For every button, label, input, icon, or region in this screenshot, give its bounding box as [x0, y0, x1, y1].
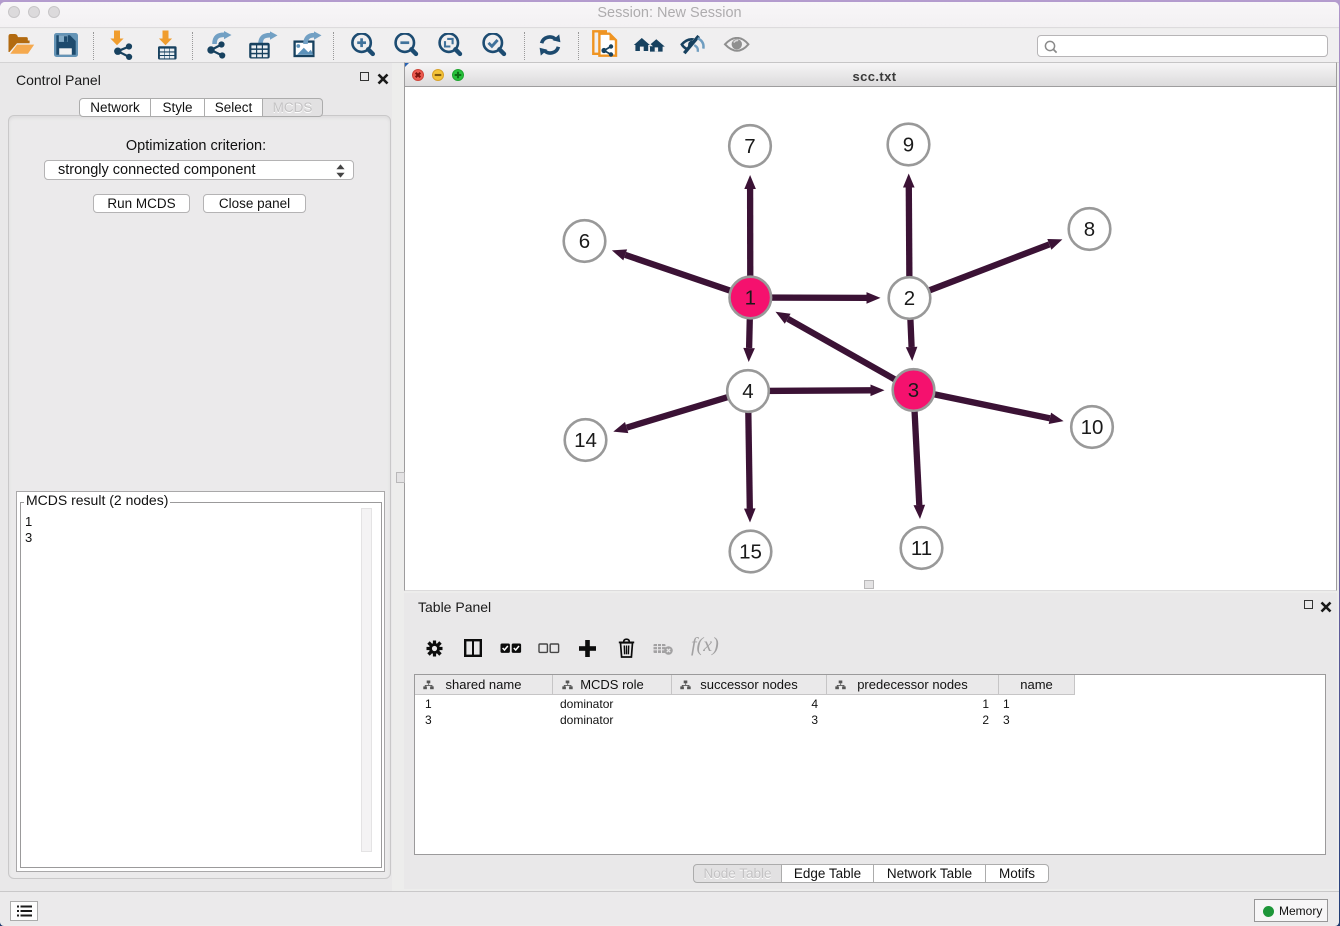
svg-text:9: 9 [903, 134, 914, 157]
svg-text:1: 1 [745, 287, 756, 310]
svg-text:4: 4 [742, 380, 753, 403]
svg-text:14: 14 [574, 429, 597, 452]
svg-text:11: 11 [911, 537, 932, 560]
svg-text:10: 10 [1081, 416, 1104, 439]
svg-text:2: 2 [904, 287, 915, 310]
svg-text:15: 15 [739, 541, 762, 564]
svg-text:6: 6 [579, 230, 590, 253]
svg-text:3: 3 [908, 379, 919, 402]
svg-text:8: 8 [1084, 218, 1095, 241]
svg-text:7: 7 [744, 135, 755, 158]
